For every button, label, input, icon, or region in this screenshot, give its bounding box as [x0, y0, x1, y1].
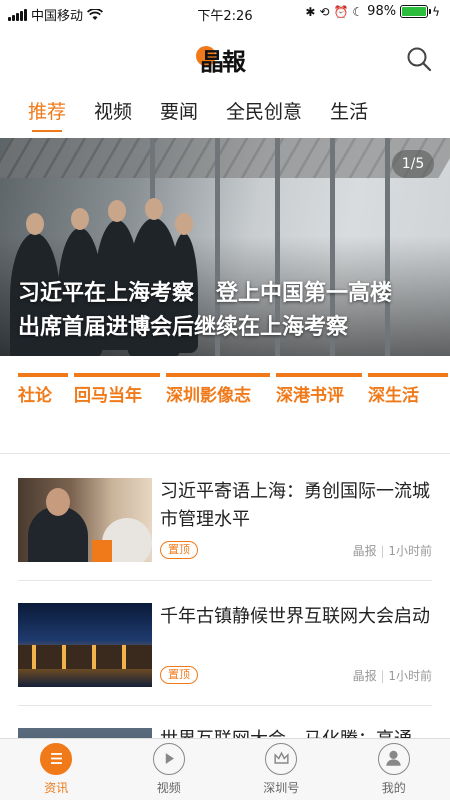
- charging-icon: ϟ: [432, 4, 440, 19]
- item-divider: [18, 705, 432, 706]
- battery-icon: [400, 5, 432, 18]
- tab-video[interactable]: 视频: [94, 92, 132, 134]
- app-header: 晶報: [0, 26, 450, 90]
- section-divider: [0, 453, 450, 454]
- list-icon: [40, 743, 73, 775]
- column-huima[interactable]: 回马当年: [74, 373, 160, 409]
- nav-label: 深圳号: [263, 781, 300, 795]
- news-thumbnail: [18, 478, 152, 562]
- bluetooth-icon: ✱: [305, 4, 316, 19]
- news-title: 习近平寄语上海：勇创国际一流城市管理水平: [160, 481, 430, 530]
- news-meta: 晶报 | 1小时前: [352, 544, 432, 558]
- battery-percent: 98%: [367, 4, 397, 19]
- news-source: 晶报: [352, 669, 377, 683]
- news-thumbnail: [18, 603, 152, 687]
- app-logo: 晶報: [194, 42, 246, 77]
- thumb-water: [18, 669, 152, 687]
- pinned-badge: 置顶: [160, 666, 198, 684]
- carousel-page-indicator: 1/5: [392, 150, 434, 178]
- nav-video[interactable]: 视频: [113, 739, 226, 800]
- tab-headlines[interactable]: 要闻: [160, 92, 198, 134]
- hero-title-line1: 习近平在上海考察 登上中国第一高楼: [18, 280, 393, 306]
- hero-title[interactable]: 习近平在上海考察 登上中国第一高楼 出席首届进博会后继续在上海考察: [18, 276, 436, 344]
- nav-profile[interactable]: 我的: [338, 739, 450, 800]
- play-icon: [152, 743, 185, 775]
- thumb-houses: [18, 645, 152, 671]
- bottom-nav: 资讯 视频 深圳号 我的: [0, 738, 450, 800]
- alarm-icon: ⏰: [333, 4, 349, 19]
- user-icon: [377, 743, 410, 775]
- nav-label: 视频: [156, 781, 181, 795]
- news-item[interactable]: 千年古镇静候世界互联网大会启动 置顶 晶报 | 1小时前: [18, 603, 432, 715]
- nav-shenzhen-account[interactable]: 深圳号: [225, 739, 338, 800]
- tab-creative[interactable]: 全民创意: [226, 92, 302, 134]
- news-meta: 晶报 | 1小时前: [352, 669, 432, 683]
- nav-label: 我的: [381, 781, 406, 795]
- column-book-review[interactable]: 深港书评: [276, 373, 362, 409]
- news-time: 1小时前: [388, 669, 432, 683]
- crown-icon: [265, 743, 298, 775]
- status-bar: 中国移动 下午2:26 ✱ ⟲ ⏰ ☾ 98% ϟ: [0, 0, 450, 26]
- news-title: 千年古镇静候世界互联网大会启动: [160, 606, 430, 627]
- moon-icon: ☾: [352, 4, 364, 19]
- nav-label: 资讯: [44, 781, 69, 795]
- battery-fill: [402, 7, 426, 16]
- column-editorial[interactable]: 社论: [18, 373, 68, 409]
- thumb-figure: [92, 540, 112, 562]
- pinned-badge: 置顶: [160, 541, 198, 559]
- search-icon[interactable]: [406, 46, 432, 72]
- category-tabs: 推荐 视频 要闻 全民创意 生活: [0, 92, 450, 134]
- column-strip: 社论 回马当年 深圳影像志 深港书评 深生活: [0, 373, 450, 409]
- thumb-figure-head: [46, 488, 70, 516]
- news-source: 晶报: [352, 544, 377, 558]
- hero-carousel[interactable]: 1/5 习近平在上海考察 登上中国第一高楼 出席首届进博会后继续在上海考察: [0, 138, 450, 356]
- tab-life[interactable]: 生活: [330, 92, 368, 134]
- item-divider: [18, 580, 432, 581]
- hero-ceiling: [0, 138, 450, 178]
- news-time: 1小时前: [388, 544, 432, 558]
- status-right: ✱ ⟲ ⏰ ☾ 98% ϟ: [305, 4, 440, 19]
- hero-title-line2: 出席首届进博会后继续在上海考察: [18, 314, 349, 340]
- nav-news[interactable]: 资讯: [0, 739, 113, 800]
- tab-recommend[interactable]: 推荐: [28, 92, 66, 134]
- column-shenzhen-image[interactable]: 深圳影像志: [166, 373, 270, 409]
- news-item[interactable]: 习近平寄语上海：勇创国际一流城市管理水平 置顶 晶报 | 1小时前: [18, 478, 432, 590]
- logo-text: 晶報: [200, 47, 246, 76]
- orientation-lock-icon: ⟲: [319, 4, 330, 19]
- column-shen-life[interactable]: 深生活: [368, 373, 448, 409]
